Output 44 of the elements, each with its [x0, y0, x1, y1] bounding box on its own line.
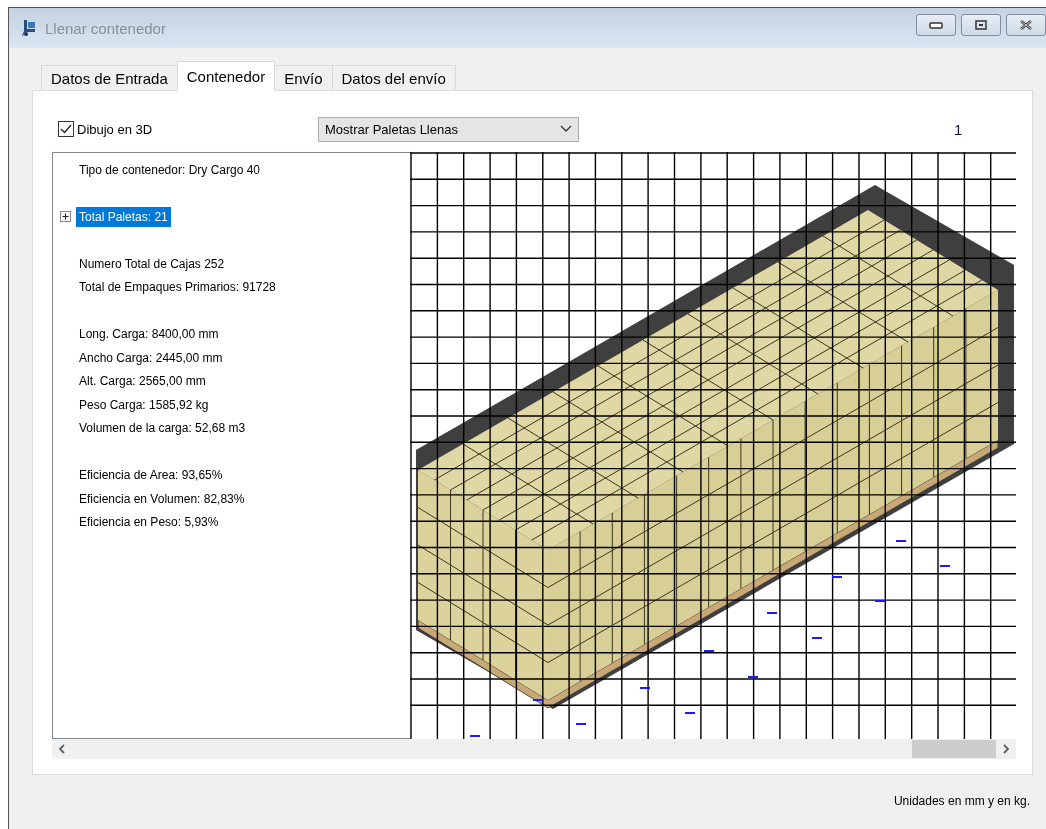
- tab[interactable]: Contenedor: [176, 61, 276, 91]
- summary-text: Tipo de contenedor: Dry Cargo 40: [79, 162, 260, 177]
- dash-mark: [832, 576, 842, 578]
- summary-text: Eficiencia en Peso: 5,93%: [79, 515, 219, 530]
- dash-mark: [896, 540, 906, 542]
- tab[interactable]: Datos de Entrada: [41, 65, 178, 90]
- units-note: Unidades en mm y en kg.: [893, 794, 1030, 808]
- dash-mark: [685, 712, 695, 714]
- scrollbar-thumb[interactable]: [912, 740, 996, 758]
- expand-icon[interactable]: [60, 211, 71, 223]
- view-dropdown[interactable]: Mostrar Paletas Llenas: [318, 116, 579, 142]
- summary-text: Volumen de la carga: 52,68 m3: [79, 421, 246, 436]
- checkbox[interactable]: [58, 121, 74, 137]
- dash-mark: [767, 612, 777, 614]
- dash-mark: [640, 687, 650, 689]
- summary-text: Long. Carga: 8400,00 mm: [79, 327, 219, 342]
- tab[interactable]: Datos del envío: [331, 65, 456, 90]
- summary-text: Numero Total de Cajas 252: [79, 256, 225, 271]
- dash-mark: [940, 565, 950, 567]
- close-icon: [1019, 20, 1033, 30]
- summary-text: Peso Carga: 1585,92 kg: [79, 397, 209, 412]
- window-title: Llenar contenedor: [45, 19, 167, 37]
- summary-text: Eficiencia en Volumen: 82,83%: [79, 491, 245, 506]
- page-number: 1: [954, 120, 963, 138]
- dash-mark: [576, 723, 586, 725]
- close-button[interactable]: [1006, 14, 1046, 36]
- minimize-button[interactable]: [916, 14, 956, 36]
- checkbox-label: Dibujo en 3D: [77, 121, 153, 137]
- tree-item[interactable]: Total Paletas: 21: [76, 206, 171, 227]
- dash-mark: [748, 676, 758, 678]
- maximize-icon: [975, 20, 987, 30]
- dash-mark: [470, 735, 480, 737]
- chevron-down-icon: [560, 125, 572, 133]
- maximize-button[interactable]: [961, 14, 1001, 36]
- dash-mark: [704, 650, 714, 652]
- scroll-left-icon[interactable]: [58, 744, 66, 754]
- summary-text: Total de Empaques Primarios: 91728: [79, 280, 276, 295]
- summary-text: Eficiencia de Area: 93,65%: [79, 468, 223, 483]
- summary-text: Ancho Carga: 2445,00 mm: [79, 350, 223, 365]
- minimize-icon: [929, 21, 943, 29]
- scroll-right-icon[interactable]: [1002, 744, 1010, 754]
- dash-mark: [875, 600, 885, 602]
- summary-text: Alt. Carga: 2565,00 mm: [79, 374, 206, 389]
- dash-mark: [812, 637, 822, 639]
